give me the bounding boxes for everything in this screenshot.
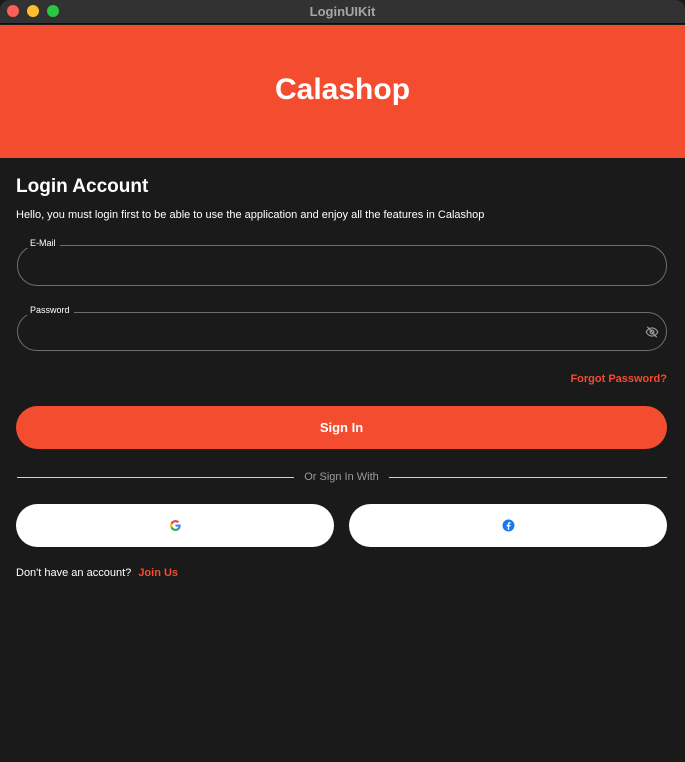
signup-prompt: Don't have an account? Join Us (16, 567, 178, 579)
maximize-window-button[interactable] (47, 5, 59, 17)
email-field: E-Mail (17, 238, 667, 286)
facebook-icon (502, 519, 514, 532)
divider-left (17, 477, 294, 478)
brand-header: Calashop (0, 25, 685, 158)
eye-off-icon[interactable] (645, 325, 659, 339)
google-sign-in-button[interactable] (16, 504, 334, 547)
password-field: Password (17, 305, 667, 351)
window-title: LoginUIKit (309, 4, 376, 19)
login-subtitle: Hello, you must login first to be able t… (16, 209, 485, 221)
window-controls (7, 5, 59, 17)
join-us-link[interactable]: Join Us (138, 567, 178, 579)
divider-right (389, 477, 667, 478)
app-window: LoginUIKit Calashop Login Account Hello,… (0, 0, 685, 762)
email-input[interactable] (32, 246, 632, 285)
no-account-text: Don't have an account? (16, 567, 132, 579)
facebook-sign-in-button[interactable] (349, 504, 667, 547)
password-input[interactable] (32, 313, 632, 350)
brand-title: Calashop (274, 72, 411, 106)
title-bar: LoginUIKit (0, 0, 685, 24)
login-heading: Login Account (16, 176, 149, 197)
divider-text: Or Sign In With (304, 471, 379, 483)
close-window-button[interactable] (7, 5, 19, 17)
forgot-password-link[interactable]: Forgot Password? (570, 373, 667, 385)
minimize-window-button[interactable] (27, 5, 39, 17)
google-icon (169, 520, 181, 531)
sign-in-button[interactable]: Sign In (16, 406, 667, 449)
